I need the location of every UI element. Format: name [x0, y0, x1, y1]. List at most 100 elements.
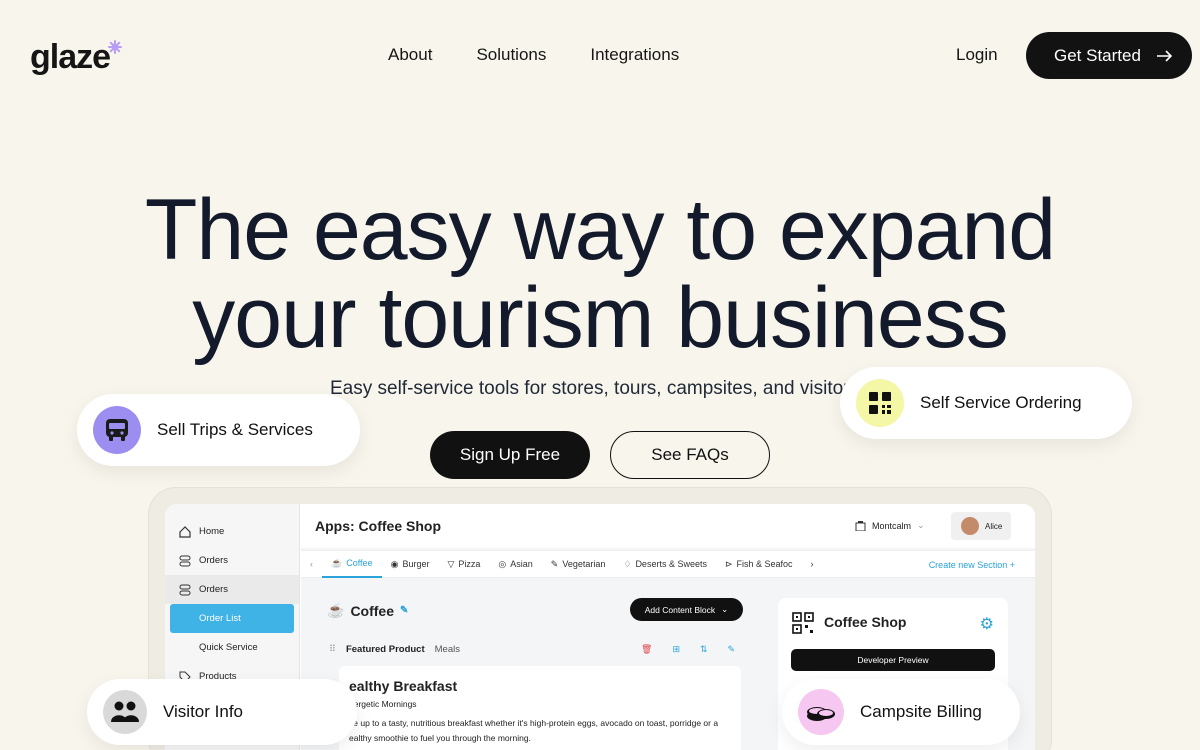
home-icon — [179, 525, 191, 538]
drag-handle-icon[interactable]: ⠿ — [329, 644, 336, 655]
section-heading: ☕ Coffee ✎ — [327, 602, 408, 619]
tab-label: Pizza — [458, 559, 481, 569]
tab-label: Deserts & Sweets — [635, 559, 707, 569]
nav-solutions[interactable]: Solutions — [476, 45, 546, 65]
edit-icon[interactable]: ✎ — [728, 644, 736, 655]
app-title: Apps: Coffee Shop — [315, 518, 441, 534]
pill-campsite-billing-label: Campsite Billing — [860, 702, 982, 721]
sidebar-item-orders-expanded[interactable]: Orders — [165, 575, 299, 604]
coins-icon — [798, 689, 844, 735]
sidebar-label: Order List — [199, 613, 241, 624]
icecream-icon: ♢ — [623, 558, 632, 569]
faqs-button[interactable]: See FAQs — [610, 431, 770, 479]
orders-icon — [179, 584, 191, 595]
bowl-icon: ◎ — [498, 558, 507, 569]
sort-icon[interactable]: ⇅ — [700, 644, 708, 655]
product-card[interactable]: ealthy Breakfast nergetic Mornings ke up… — [339, 666, 741, 750]
pill-sell-trips: Sell Trips & Services — [77, 394, 360, 466]
tab-label: Asian — [510, 559, 533, 569]
sign-up-button[interactable]: Sign Up Free — [430, 431, 590, 479]
logo-star-icon — [108, 40, 122, 54]
tab-asian[interactable]: ◎ Asian — [489, 559, 541, 570]
card-description: ke up to a tasty, nutritious breakfast w… — [349, 716, 729, 746]
sidebar-item-quick-service[interactable]: Quick Service — [165, 633, 299, 662]
tab-label: Vegetarian — [562, 559, 606, 569]
pill-self-service-label: Self Service Ordering — [920, 393, 1082, 412]
chevron-down-icon: ⌄ — [917, 520, 925, 530]
meals-label: Meals — [434, 644, 460, 655]
qr-icon — [856, 379, 904, 427]
card-text-line: ealthy smoothie to fuel you through the … — [349, 733, 531, 743]
sidebar-item-orders[interactable]: Orders — [165, 546, 299, 575]
card-text-line: ke up to a tasty, nutritious breakfast w… — [349, 718, 719, 728]
avatar — [961, 517, 979, 535]
hero-subtitle: Easy self-service tools for stores, tour… — [330, 378, 891, 399]
login-link[interactable]: Login — [956, 45, 998, 65]
burger-icon: ◉ — [390, 558, 399, 569]
tab-vegetarian[interactable]: ✎ Vegetarian — [542, 559, 615, 570]
section-title: Coffee — [350, 602, 394, 619]
pill-sell-trips-label: Sell Trips & Services — [157, 420, 313, 439]
orders-icon — [179, 555, 191, 566]
pill-visitor-info: Visitor Info — [87, 679, 357, 745]
sidebar-item-order-list[interactable]: Order List — [170, 604, 294, 633]
card-subtitle: nergetic Mornings — [349, 699, 417, 709]
pill-self-service: Self Service Ordering — [840, 367, 1132, 439]
add-block-label: Add Content Block — [644, 604, 716, 615]
nav-integrations[interactable]: Integrations — [590, 45, 679, 65]
sidebar-label: Home — [199, 526, 225, 537]
user-menu[interactable]: Alice — [951, 512, 1011, 540]
people-icon — [103, 690, 147, 734]
qr-icon — [792, 612, 814, 634]
tab-coffee[interactable]: ☕ Coffee — [322, 550, 382, 578]
create-section-link[interactable]: Create new Section + — [929, 560, 1015, 570]
hero-title: The easy way to expand your tourism busi… — [0, 186, 1200, 362]
create-section-label: Create new Section — [928, 560, 1008, 570]
category-tabs: ‹ ☕ Coffee ◉ Burger ▽ Pizza ◎ Asian ✎ Vegetar… — [301, 550, 1035, 578]
location-selector[interactable]: Montcalm ⌄ — [855, 520, 925, 531]
cup-icon: ☕ — [331, 557, 343, 568]
card-title: ealthy Breakfast — [349, 678, 458, 694]
gear-icon[interactable]: ⚙ — [980, 614, 994, 634]
sidebar-label: Quick Service — [199, 642, 258, 653]
add-content-block-button[interactable]: Add Content Block ⌄ — [630, 598, 743, 621]
chevron-left-icon[interactable]: ‹ — [301, 559, 322, 569]
tab-fish[interactable]: ⊳ Fish & Seafoc — [716, 559, 802, 570]
tab-label: Fish & Seafoc — [736, 559, 793, 569]
featured-label: Featured Product — [345, 644, 425, 655]
nav-about[interactable]: About — [388, 45, 432, 65]
tab-pizza[interactable]: ▽ Pizza — [438, 559, 489, 570]
sidebar-item-home[interactable]: Home — [165, 517, 299, 546]
tab-label: Burger — [402, 559, 430, 569]
app-topbar: Apps: Coffee Shop Montcalm ⌄ Alice — [301, 504, 1035, 548]
arrow-right-icon — [1156, 49, 1173, 62]
tab-desserts[interactable]: ♢ Deserts & Sweets — [614, 559, 716, 570]
row-actions: 🗑 ⊞ ⇅ ✎ — [641, 644, 735, 655]
main-nav: About Solutions Integrations — [388, 45, 679, 65]
tab-label: Coffee — [346, 558, 373, 568]
building-icon — [855, 521, 866, 531]
user-name: Alice — [985, 521, 1003, 531]
get-started-label: Get Started — [1054, 45, 1141, 65]
hero-title-line2: your tourism business — [192, 270, 1008, 366]
delete-icon[interactable]: 🗑 — [641, 644, 652, 655]
chevron-down-icon: ⌄ — [721, 604, 729, 614]
cup-icon: ☕ — [327, 602, 345, 618]
edit-icon[interactable]: ✎ — [400, 605, 408, 616]
move-icon[interactable]: ⊞ — [672, 644, 680, 655]
get-started-button[interactable]: Get Started — [1026, 32, 1192, 79]
shop-title: Coffee Shop — [824, 614, 907, 630]
hero-title-line1: The easy way to expand — [144, 182, 1056, 278]
fish-icon: ⊳ — [724, 558, 733, 569]
chevron-right-icon[interactable]: › — [802, 559, 823, 569]
pill-campsite-billing: Campsite Billing — [782, 679, 1020, 745]
location-label: Montcalm — [872, 520, 912, 531]
pill-visitor-info-label: Visitor Info — [163, 702, 244, 721]
tab-burger[interactable]: ◉ Burger — [382, 559, 439, 570]
developer-preview-button[interactable]: Developer Preview — [791, 649, 995, 671]
featured-row: ⠿ Featured Product Meals — [329, 644, 460, 655]
pizza-icon: ▽ — [447, 558, 455, 569]
bus-icon — [93, 406, 141, 454]
leaf-icon: ✎ — [550, 558, 559, 569]
logo[interactable]: glaze — [30, 38, 111, 77]
